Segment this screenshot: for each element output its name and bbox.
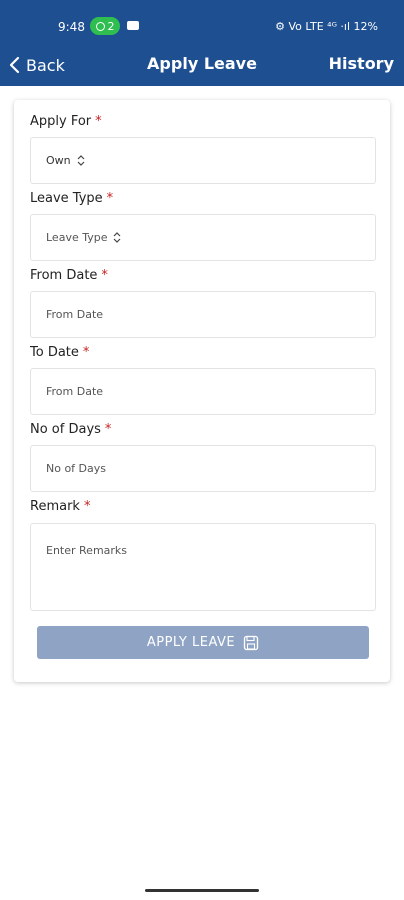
app-bar: Back Apply Leave History — [0, 44, 404, 86]
apply-leave-label: APPLY LEAVE — [146, 635, 236, 650]
status-indicators: ⚙ Vo LTE ⁴ᴳ ·ıl 12% — [275, 20, 378, 33]
remark-label-text: Remark — [30, 499, 80, 514]
from-date-field[interactable]: From Date — [30, 291, 376, 338]
notification-count: 2 — [107, 19, 115, 33]
no-of-days-placeholder: No of Days — [46, 462, 107, 475]
history-button[interactable]: History — [329, 54, 394, 73]
leave-type-select[interactable]: Leave Type — [30, 214, 376, 261]
leave-type-label: Leave Type * — [30, 191, 113, 206]
required-marker: * — [101, 268, 108, 283]
notification-badge: 2 — [90, 17, 120, 35]
remark-placeholder: Enter Remarks — [46, 544, 128, 557]
status-bar: 9:48 2 ⚙ Vo LTE ⁴ᴳ ·ıl 12% — [0, 0, 404, 44]
video-app-icon — [127, 21, 139, 30]
apply-for-select[interactable]: Own — [30, 137, 376, 184]
person-icon — [95, 21, 105, 31]
from-date-label-text: From Date — [30, 268, 98, 283]
no-of-days-field[interactable]: No of Days — [30, 445, 376, 492]
no-of-days-label: No of Days * — [30, 422, 111, 437]
required-marker: * — [83, 499, 91, 514]
leave-type-placeholder: Leave Type — [46, 231, 108, 244]
save-icon — [243, 635, 259, 650]
required-marker: * — [95, 114, 102, 129]
status-time: 9:48 — [58, 20, 85, 34]
select-arrows-icon — [113, 232, 121, 243]
to-date-label: To Date * — [30, 345, 89, 360]
from-date-label: From Date * — [30, 268, 108, 283]
required-marker: * — [106, 191, 114, 206]
to-date-placeholder: From Date — [46, 385, 104, 398]
apply-for-label-text: Apply For — [30, 114, 92, 129]
apply-for-label: Apply For * — [30, 114, 102, 129]
to-date-label-text: To Date — [30, 345, 79, 360]
from-date-placeholder: From Date — [46, 308, 104, 321]
no-of-days-label-text: No of Days — [30, 422, 101, 437]
leave-form-card: Apply For * Own Leave Type * Leave Type Fr… — [14, 100, 390, 682]
remark-label: Remark * — [30, 499, 90, 514]
home-indicator[interactable] — [145, 889, 259, 892]
leave-type-label-text: Leave Type — [30, 191, 103, 206]
to-date-field[interactable]: From Date — [30, 368, 376, 415]
select-arrows-icon — [77, 155, 85, 166]
apply-leave-button[interactable]: APPLY LEAVE — [37, 626, 369, 659]
required-marker: * — [104, 422, 112, 437]
required-marker: * — [82, 345, 90, 360]
remark-textarea[interactable]: Enter Remarks — [30, 523, 376, 611]
apply-for-value: Own — [46, 154, 71, 167]
